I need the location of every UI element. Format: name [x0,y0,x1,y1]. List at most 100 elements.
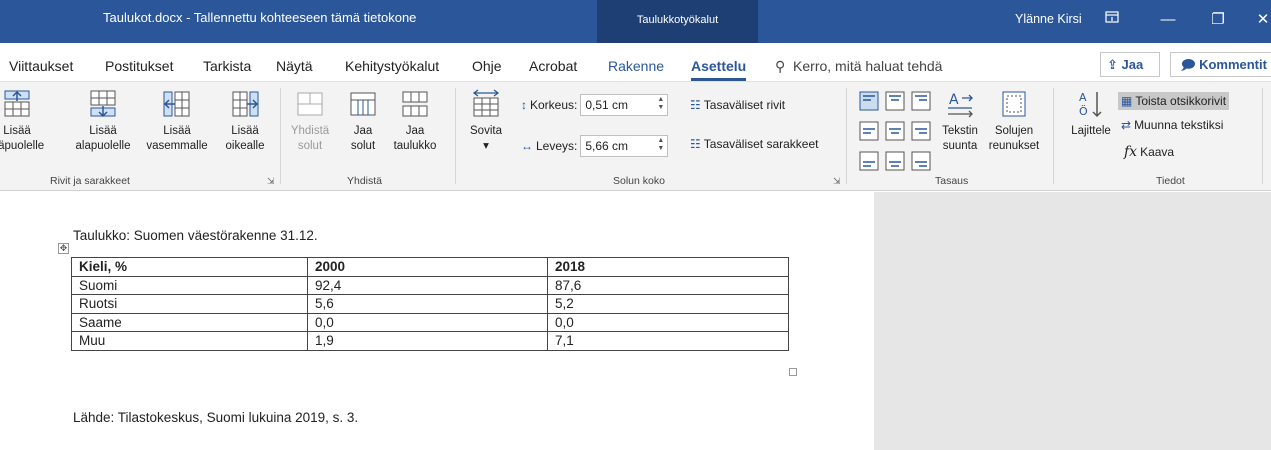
split-table-label-1: Jaa [405,125,425,137]
table-cell[interactable]: Saame [71,312,308,332]
insert-right-icon [232,91,259,117]
table-cell[interactable]: 7,1 [547,331,789,351]
sort-button[interactable]: AÖ Lajittele [1065,88,1117,139]
insert-below-icon [90,90,116,118]
comments-label: Kommentit [1199,57,1267,72]
table-cell[interactable]: Muu [71,331,308,351]
autofit-button[interactable]: Sovita ▾ [463,88,509,154]
sort-icon: AÖ [1079,91,1102,118]
distribute-columns-icon: ☷ [690,137,701,151]
distribute-rows-icon: ☷ [690,98,701,112]
close-icon[interactable]: ✕ [1252,9,1271,31]
canvas-background [874,192,1271,450]
split-table-label-2: taulukko [393,140,437,152]
share-icon: ⇪ [1107,57,1118,72]
share-label: Jaa [1121,57,1144,72]
table-header-cell[interactable]: 2000 [307,257,548,277]
svg-text:A: A [949,92,959,108]
tab-review[interactable]: Tarkista [203,58,251,74]
data-table[interactable]: Kieli, % 2000 2018 Suomi 92,4 87,6 Ruots… [71,257,789,351]
text-direction-button[interactable]: A Tekstin suunta [934,88,986,154]
cell-margins-label-1: Solujen [994,125,1034,137]
table-cell[interactable]: 1,9 [307,331,548,351]
distribute-columns-label: Tasaväliset sarakkeet [703,137,819,151]
tab-references[interactable]: Viittaukset [9,58,73,74]
ribbon: Lisää yläpuolelle Lisää alapuolelle Lisää v… [0,81,1271,191]
formula-button[interactable]: fx Kaava [1124,144,1174,160]
dialog-launcher-icon[interactable]: ⇲ [267,176,275,187]
insert-left-button[interactable]: Lisää vasemmalle [142,88,212,154]
table-caption: Taulukko: Suomen väestörakenne 31.12. [73,228,318,243]
repeat-header-rows-button[interactable]: ▦ Toista otsikkorivit [1118,92,1230,110]
distribute-columns-button[interactable]: ☷ Tasaväliset sarakkeet [690,137,819,151]
distribute-rows-button[interactable]: ☷ Tasaväliset rivit [690,98,785,112]
merge-cells-button[interactable]: Yhdistä solut [284,88,336,154]
split-table-button[interactable]: Jaa taulukko [386,88,444,154]
insert-above-button[interactable]: Lisää yläpuolelle [0,88,48,154]
split-cells-label-2: solut [350,140,376,152]
restore-icon[interactable]: ❐ [1207,9,1229,31]
convert-to-text-button[interactable]: ⇄ Muunna tekstiksi [1121,118,1223,132]
table-row: Suomi 92,4 87,6 [71,275,789,295]
comments-button[interactable]: 🗩 Kommentit [1170,52,1271,77]
split-cells-button[interactable]: Jaa solut [343,88,383,154]
insert-below-button[interactable]: Lisää alapuolelle [67,88,139,154]
table-cell[interactable]: Ruotsi [71,294,308,314]
tab-help[interactable]: Ohje [472,58,502,74]
row-height-label: Korkeus: [530,98,578,112]
table-cell[interactable]: 5,2 [547,294,789,314]
context-tab-table-tools: Taulukkotyökalut [597,0,758,43]
title-bar: Taulukot.docx - Tallennettu kohteeseen t… [0,0,1271,43]
tell-me-search[interactable]: ⚲ Kerro, mitä haluat tehdä [775,58,942,75]
table-cell[interactable]: 0,0 [307,312,548,332]
svg-text:A: A [1079,91,1087,104]
table-resize-handle-icon[interactable] [789,368,797,376]
group-separator [846,88,847,184]
insert-above-icon [4,90,30,117]
distribute-rows-label: Tasaväliset rivit [703,98,786,112]
ribbon-display-options-icon[interactable] [1101,9,1123,31]
row-height-control: ↕ Korkeus: 0,51 cm ▲ ▼ [521,94,669,116]
table-move-handle-icon[interactable]: ✥ [58,243,69,254]
insert-right-label-2: oikealle [225,140,265,152]
column-width-input[interactable]: 5,66 cm ▲ ▼ [580,135,669,157]
repeat-header-label: Toista otsikkorivit [1135,94,1227,108]
table-header-row: Kieli, % 2000 2018 [71,257,789,277]
spin-arrows-icon[interactable]: ▲ ▼ [657,137,664,153]
table-header-cell[interactable]: 2018 [547,257,789,277]
tab-developer[interactable]: Kehitystyökalut [345,58,439,74]
share-button[interactable]: ⇪ Jaa [1100,52,1160,77]
group-label-merge: Yhdistä [347,175,383,187]
user-name[interactable]: Ylänne Kirsi [1015,12,1082,26]
table-cell[interactable]: Suomi [71,275,308,295]
table-row: Muu 1,9 7,1 [71,331,789,351]
group-separator [455,88,456,184]
insert-left-icon [163,91,190,117]
dialog-launcher-icon[interactable]: ⇲ [833,176,841,187]
formula-icon: fx [1124,144,1138,160]
tab-view[interactable]: Näytä [276,58,313,74]
row-height-input[interactable]: 0,51 cm ▲ ▼ [580,94,669,116]
minimize-icon[interactable]: — [1157,9,1179,31]
insert-left-label-2: vasemmalle [146,140,208,152]
spin-arrows-icon[interactable]: ▲ ▼ [657,96,664,112]
formula-label: Kaava [1140,145,1175,159]
tab-acrobat[interactable]: Acrobat [529,58,577,74]
table-header-cell[interactable]: Kieli, % [71,257,308,277]
document-page[interactable]: Taulukko: Suomen väestörakenne 31.12. ✥ … [0,192,874,450]
cell-alignment-icons[interactable] [858,90,934,172]
tab-design[interactable]: Rakenne [608,58,664,74]
table-cell[interactable]: 87,6 [547,275,789,295]
text-direction-label-2: suunta [942,140,978,152]
tab-mailings[interactable]: Postitukset [105,58,173,74]
insert-above-label-2: yläpuolelle [0,140,45,152]
merge-cells-label-2: solut [297,140,323,152]
tab-layout[interactable]: Asettelu [691,58,747,81]
insert-right-button[interactable]: Lisää oikealle [214,88,276,154]
merge-cells-label-1: Yhdistä [290,125,330,137]
table-cell[interactable]: 0,0 [547,312,789,332]
table-cell[interactable]: 92,4 [307,275,548,295]
row-height-value: 0,51 cm [585,98,629,112]
table-cell[interactable]: 5,6 [307,294,548,314]
cell-margins-button[interactable]: Solujen reunukset [984,88,1044,154]
